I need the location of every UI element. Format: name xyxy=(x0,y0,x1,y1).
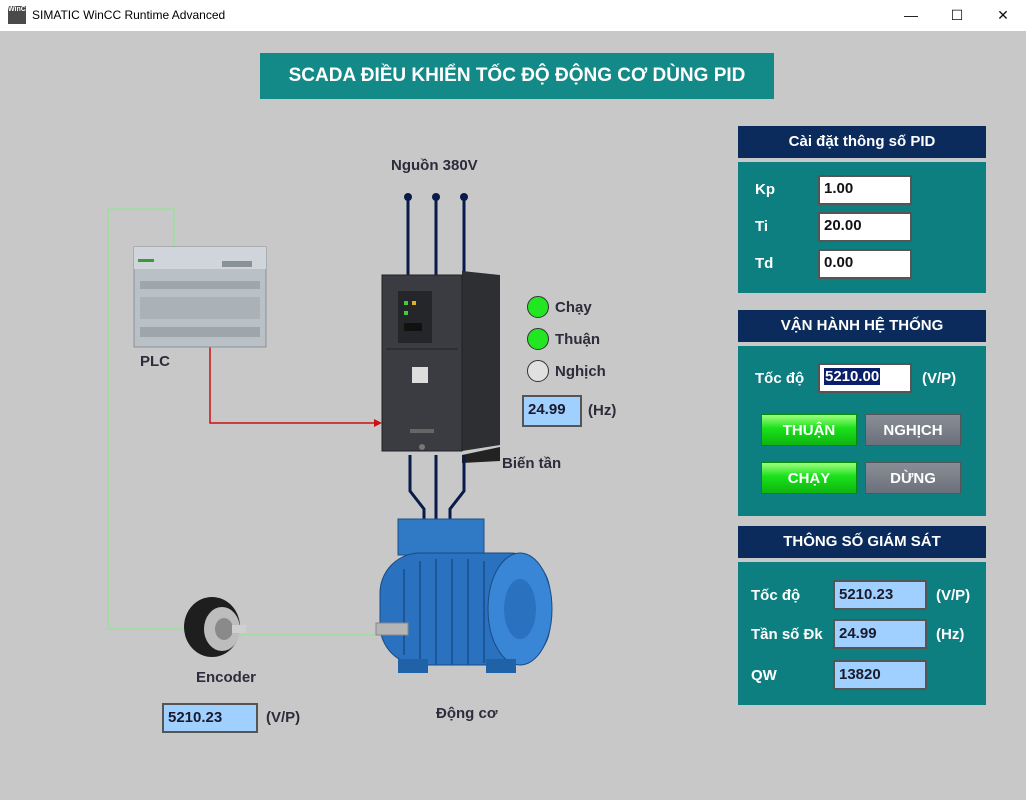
inverter-frequency-unit: (Hz) xyxy=(588,402,617,419)
stop-button[interactable]: DỪNG xyxy=(865,462,961,494)
ti-input[interactable]: 20.00 xyxy=(818,212,912,242)
encoder-speed-value: 5210.23 xyxy=(162,703,258,733)
motor-label: Động cơ xyxy=(436,705,498,722)
setpoint-speed-label: Tốc độ xyxy=(755,370,805,387)
kp-input[interactable]: 1.00 xyxy=(818,175,912,205)
run-indicator-label: Chạy xyxy=(555,299,592,316)
pid-panel: Kp 1.00 Ti 20.00 Td 0.00 xyxy=(738,162,986,293)
operation-panel: Tốc độ 5210.00 (V/P) THUẬN NGHỊCH CHẠY D… xyxy=(738,346,986,516)
monitor-frequency-value: 24.99 xyxy=(833,619,927,649)
wincc-app-icon: WinCC xyxy=(8,6,31,24)
close-button[interactable]: ✕ xyxy=(980,0,1026,31)
window-title: SIMATIC WinCC Runtime Advanced xyxy=(32,8,226,22)
monitor-qw-label: QW xyxy=(751,667,777,684)
monitor-frequency-label: Tần số Đk xyxy=(751,626,823,643)
monitor-panel: Tốc độ 5210.23 (V/P) Tần số Đk 24.99 (Hz… xyxy=(738,562,986,705)
inverter-label: Biến tần xyxy=(502,455,562,472)
minimize-button[interactable]: — xyxy=(888,0,934,31)
motor-wires xyxy=(408,455,466,527)
run-indicator-icon xyxy=(527,296,549,318)
setpoint-speed-input[interactable]: 5210.00 xyxy=(818,363,912,393)
monitor-speed-unit: (V/P) xyxy=(936,587,971,604)
pid-panel-title: Cài đặt thông số PID xyxy=(738,126,986,158)
hmi-screen: SCADA ĐIỀU KHIỂN TỐC ĐỘ ĐỘNG CƠ DÙNG PID xyxy=(0,31,1026,800)
run-button[interactable]: CHẠY xyxy=(761,462,857,494)
power-label: Nguồn 380V xyxy=(391,157,478,174)
plc-device xyxy=(133,246,267,348)
inverter-frequency-value: 24.99 xyxy=(522,395,582,427)
ti-label: Ti xyxy=(755,218,769,235)
monitor-qw-value: 13820 xyxy=(833,660,927,690)
window-titlebar: WinCC SIMATIC WinCC Runtime Advanced — ☐… xyxy=(0,0,1026,32)
operation-panel-title: VẬN HÀNH HỆ THỐNG xyxy=(738,310,986,342)
power-lines xyxy=(404,193,468,275)
motor-device xyxy=(375,518,553,673)
forward-indicator-icon xyxy=(527,328,549,350)
encoder-label: Encoder xyxy=(196,669,257,686)
encoder-speed-unit: (V/P) xyxy=(266,709,301,726)
kp-label: Kp xyxy=(755,181,775,198)
maximize-button[interactable]: ☐ xyxy=(934,0,980,31)
monitor-panel-title: THÔNG SỐ GIÁM SÁT xyxy=(738,526,986,558)
control-arrow-icon xyxy=(374,419,382,427)
monitor-speed-label: Tốc độ xyxy=(751,587,801,604)
td-label: Td xyxy=(755,255,774,272)
control-wire xyxy=(209,345,378,424)
reverse-indicator-icon xyxy=(527,360,549,382)
encoder-device xyxy=(184,597,246,657)
forward-indicator-label: Thuận xyxy=(555,331,600,348)
reverse-button[interactable]: NGHỊCH xyxy=(865,414,961,446)
td-input[interactable]: 0.00 xyxy=(818,249,912,279)
monitor-frequency-unit: (Hz) xyxy=(936,626,965,643)
plc-label: PLC xyxy=(140,353,170,370)
monitor-speed-value: 5210.23 xyxy=(833,580,927,610)
forward-button[interactable]: THUẬN xyxy=(761,414,857,446)
setpoint-speed-selected-text: 5210.00 xyxy=(824,368,881,385)
setpoint-speed-unit: (V/P) xyxy=(922,370,957,387)
reverse-indicator-label: Nghịch xyxy=(555,363,606,380)
inverter-device xyxy=(381,271,500,463)
